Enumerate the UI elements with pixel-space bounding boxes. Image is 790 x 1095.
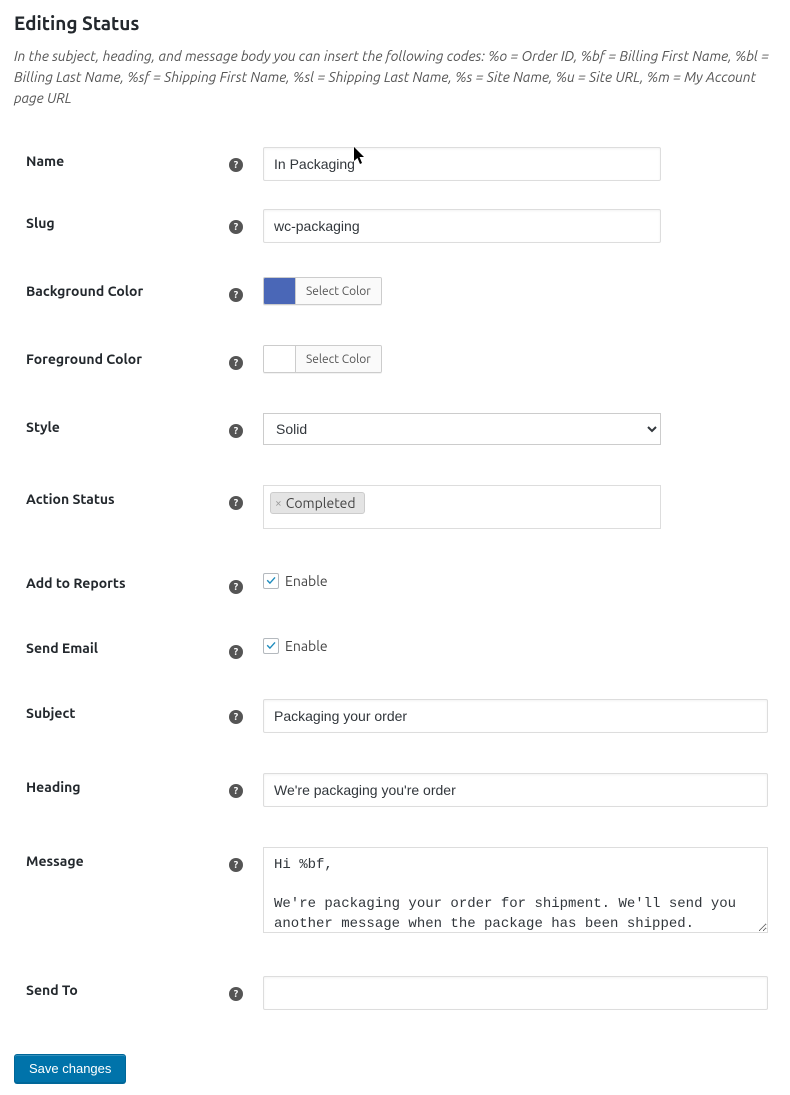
help-icon[interactable]: ? xyxy=(229,220,243,234)
message-textarea[interactable] xyxy=(263,847,768,933)
bgcolor-select-button[interactable]: Select Color xyxy=(296,278,381,304)
help-icon[interactable]: ? xyxy=(229,158,243,172)
fgcolor-picker[interactable]: Select Color xyxy=(263,345,382,373)
action-status-box[interactable]: × Completed xyxy=(263,485,661,529)
subject-label: Subject xyxy=(14,699,229,721)
send-to-input[interactable] xyxy=(263,976,768,1010)
help-icon[interactable]: ? xyxy=(229,645,243,659)
help-icon[interactable]: ? xyxy=(229,580,243,594)
action-status-tag[interactable]: × Completed xyxy=(270,492,365,514)
fgcolor-select-button[interactable]: Select Color xyxy=(296,346,381,372)
page-description: In the subject, heading, and message bod… xyxy=(14,46,776,109)
help-icon[interactable]: ? xyxy=(229,288,243,302)
help-icon[interactable]: ? xyxy=(229,356,243,370)
slug-input[interactable] xyxy=(263,209,661,243)
page-title: Editing Status xyxy=(14,12,776,34)
message-label: Message xyxy=(14,847,229,869)
help-icon[interactable]: ? xyxy=(229,987,243,1001)
name-label: Name xyxy=(14,147,229,169)
action-status-label: Action Status xyxy=(14,485,229,507)
send-to-label: Send To xyxy=(14,976,229,998)
name-input[interactable] xyxy=(263,147,661,181)
add-reports-enable-label: Enable xyxy=(285,573,328,589)
help-icon[interactable]: ? xyxy=(229,424,243,438)
slug-label: Slug xyxy=(14,209,229,231)
add-reports-checkbox[interactable] xyxy=(263,573,279,589)
heading-label: Heading xyxy=(14,773,229,795)
action-status-tag-label: Completed xyxy=(286,495,356,511)
bgcolor-picker[interactable]: Select Color xyxy=(263,277,382,305)
heading-input[interactable] xyxy=(263,773,768,807)
subject-input[interactable] xyxy=(263,699,768,733)
send-email-label: Send Email xyxy=(14,634,229,656)
add-reports-label: Add to Reports xyxy=(14,569,229,591)
fgcolor-label: Foreground Color xyxy=(14,345,229,367)
style-select[interactable]: Solid xyxy=(263,413,661,445)
close-icon[interactable]: × xyxy=(275,497,282,510)
bgcolor-label: Background Color xyxy=(14,277,229,299)
style-label: Style xyxy=(14,413,229,435)
send-email-enable-label: Enable xyxy=(285,638,328,654)
help-icon[interactable]: ? xyxy=(229,784,243,798)
bgcolor-swatch xyxy=(264,278,296,304)
help-icon[interactable]: ? xyxy=(229,858,243,872)
fgcolor-swatch xyxy=(264,346,296,372)
send-email-checkbox[interactable] xyxy=(263,638,279,654)
help-icon[interactable]: ? xyxy=(229,710,243,724)
help-icon[interactable]: ? xyxy=(229,496,243,510)
save-button[interactable]: Save changes xyxy=(14,1054,126,1083)
